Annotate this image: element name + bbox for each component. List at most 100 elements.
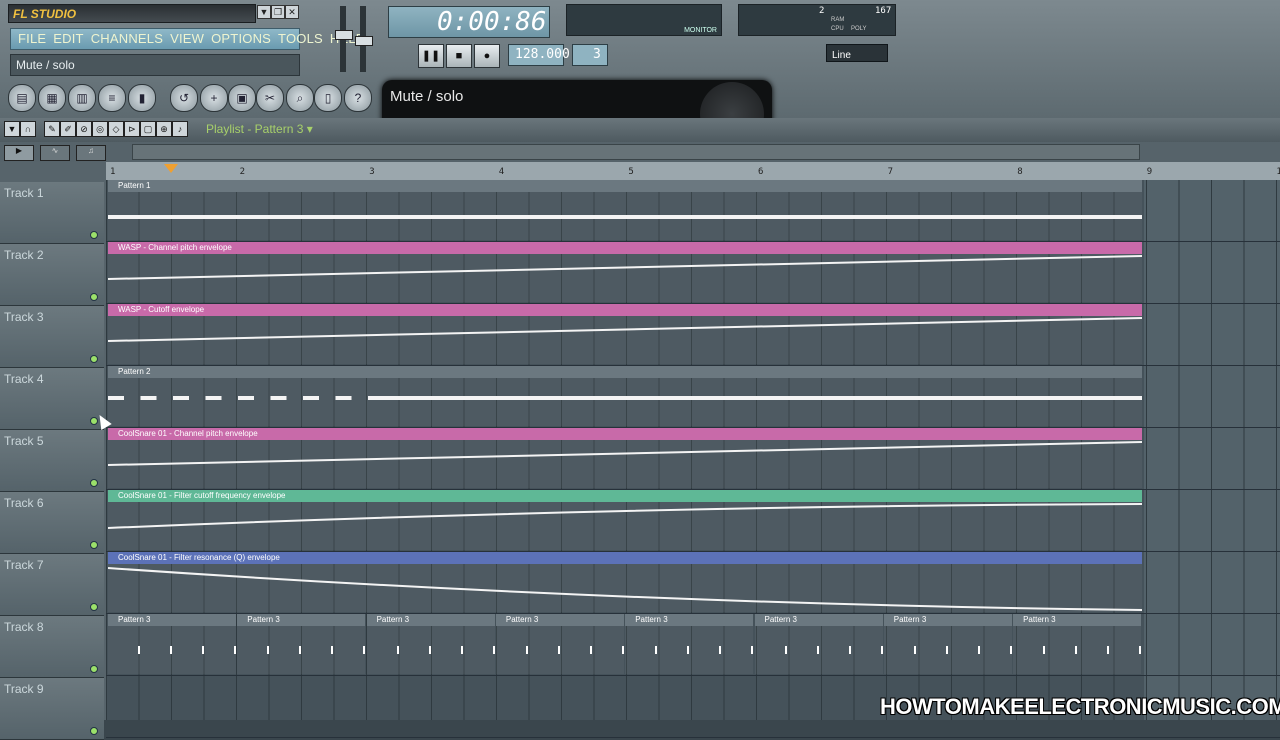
zoom-icon[interactable]: ⌕ (286, 84, 314, 112)
mute-solo-led[interactable] (90, 293, 98, 301)
slice-icon[interactable]: ⊳ (124, 121, 140, 137)
pencil-icon[interactable]: ✎ (44, 121, 60, 137)
track-label[interactable]: Track 3 (0, 306, 104, 368)
brush-icon[interactable]: ✐ (60, 121, 76, 137)
track-label[interactable]: Track 7 (0, 554, 104, 616)
cut-icon[interactable]: ✂ (256, 84, 284, 112)
project-info-icon[interactable]: ▯ (314, 84, 342, 112)
menu-edit[interactable]: EDIT (53, 31, 83, 46)
track-name: Track 9 (4, 682, 44, 696)
playlist-clip[interactable]: WASP - Channel pitch envelope (108, 242, 1142, 302)
mute-solo-led[interactable] (90, 603, 98, 611)
track-row[interactable]: CoolSnare 01 - Filter cutoff frequency e… (106, 490, 1280, 552)
time-display[interactable]: 0:00:86 (388, 6, 550, 38)
playlist-clip[interactable]: CoolSnare 01 - Channel pitch envelope (108, 428, 1142, 488)
playlist-clip[interactable]: Pattern 3 (754, 614, 883, 674)
mute-solo-led[interactable] (90, 479, 98, 487)
menu-channels[interactable]: CHANNELS (91, 31, 163, 46)
playlist-clip[interactable]: Pattern 3 (108, 614, 236, 674)
note-tick (202, 646, 204, 654)
track-label[interactable]: Track 4 (0, 368, 104, 430)
track-labels-column: Track 1 Track 2 Track 3 Track 4 Track 5 Track… (0, 162, 106, 740)
master-pitch-handle[interactable] (355, 36, 373, 46)
select-icon[interactable]: ▢ (140, 121, 156, 137)
menu-view[interactable]: VIEW (170, 31, 204, 46)
snap-select[interactable]: Line (826, 44, 888, 62)
clip-title: Pattern 3 (366, 614, 495, 626)
browser-icon[interactable]: ≡ (98, 84, 126, 112)
playlist-grid[interactable]: Pattern 1 WASP - Channel pitch envelope WA… (106, 180, 1280, 738)
master-volume-handle[interactable] (335, 30, 353, 40)
mute-solo-led[interactable] (90, 231, 98, 239)
piano-roll-icon[interactable]: ▥ (68, 84, 96, 112)
zoom-tool-icon[interactable]: ⊕ (156, 121, 172, 137)
track-name: Track 3 (4, 310, 44, 324)
playlist-title[interactable]: Playlist - Pattern 3 ▾ (206, 122, 313, 136)
menu-file[interactable]: FILE (18, 31, 46, 46)
pattern-selector[interactable]: 3 (572, 44, 608, 66)
menu-arrow-icon[interactable]: ▼ (4, 121, 20, 137)
playlist-clip[interactable]: Pattern 3 (1013, 614, 1142, 674)
track-label[interactable]: Track 8 (0, 616, 104, 678)
mute-solo-led[interactable] (90, 355, 98, 363)
minimize-button[interactable]: ▼ (257, 5, 271, 19)
envelope-graph (108, 317, 1142, 342)
speaker-icon[interactable]: ♪ (172, 121, 188, 137)
envelope-line (108, 567, 1142, 611)
slip-icon[interactable]: ◇ (108, 121, 124, 137)
help-icon[interactable]: ? (344, 84, 372, 112)
mixer-icon[interactable]: ▮ (128, 84, 156, 112)
track-label[interactable]: Track 6 (0, 492, 104, 554)
playlist-clip[interactable]: Pattern 3 (495, 614, 624, 674)
track-row[interactable]: WASP - Cutoff envelope (106, 304, 1280, 366)
playlist-clip[interactable]: Pattern 1 (108, 180, 1142, 240)
mute-solo-led[interactable] (90, 665, 98, 673)
new-icon[interactable]: + (200, 84, 228, 112)
playlist-clip[interactable]: CoolSnare 01 - Filter cutoff frequency e… (108, 490, 1142, 550)
track-label[interactable]: Track 9 (0, 678, 104, 740)
track-row[interactable]: CoolSnare 01 - Filter resonance (Q) enve… (106, 552, 1280, 614)
timeline-ruler[interactable]: 1 2 3 4 5 6 7 8 9 10 (106, 162, 1280, 180)
clip-title: Pattern 3 (495, 614, 624, 626)
magnet-icon[interactable]: ∩ (20, 121, 36, 137)
tab-patterns[interactable]: ▶ (4, 145, 34, 161)
playlist-clip[interactable]: Pattern 3 (366, 614, 495, 674)
mute-solo-led[interactable] (90, 727, 98, 735)
playhead-marker[interactable] (164, 164, 178, 173)
track-row[interactable]: Pattern 1 (106, 180, 1280, 242)
menu-options[interactable]: OPTIONS (211, 31, 271, 46)
save-icon[interactable]: ▣ (228, 84, 256, 112)
tab-automation[interactable]: ∿ (40, 145, 70, 161)
playlist-clip[interactable]: CoolSnare 01 - Filter resonance (Q) enve… (108, 552, 1142, 612)
track-name: Track 7 (4, 558, 44, 572)
record-button[interactable]: ● (474, 44, 500, 68)
playlist-clip[interactable]: Pattern 3 (237, 614, 366, 674)
track-row[interactable]: CoolSnare 01 - Channel pitch envelope (106, 428, 1280, 490)
ruler-tick: 2 (239, 167, 246, 177)
stop-button[interactable]: ■ (446, 44, 472, 68)
hint-text: Mute / solo (16, 58, 75, 72)
track-label[interactable]: Track 5 (0, 430, 104, 492)
horizontal-scrollbar[interactable] (132, 144, 1140, 160)
delete-icon[interactable]: ⊘ (76, 121, 92, 137)
tab-audio[interactable]: ♫ (76, 145, 106, 161)
close-button[interactable]: ✕ (285, 5, 299, 19)
mute-tool-icon[interactable]: ◎ (92, 121, 108, 137)
track-row[interactable]: WASP - Channel pitch envelope (106, 242, 1280, 304)
track-row[interactable]: Pattern 2 (106, 366, 1280, 428)
playlist-clip[interactable]: Pattern 3 (883, 614, 1012, 674)
playlist-clip[interactable]: WASP - Cutoff envelope (108, 304, 1142, 364)
restore-button[interactable]: ❐ (271, 5, 285, 19)
playlist-clip[interactable]: Pattern 3 (625, 614, 754, 674)
pause-button[interactable]: ❚❚ (418, 44, 444, 68)
step-sequencer-icon[interactable]: ▦ (38, 84, 66, 112)
track-label[interactable]: Track 2 (0, 244, 104, 306)
track-label[interactable]: Track 1 (0, 182, 104, 244)
undo-icon[interactable]: ↺ (170, 84, 198, 112)
mute-solo-led[interactable] (90, 541, 98, 549)
playlist-icon[interactable]: ▤ (8, 84, 36, 112)
menu-tools[interactable]: TOOLS (278, 31, 323, 46)
playlist-clip[interactable]: Pattern 2 (108, 366, 1142, 426)
tempo-display[interactable]: 128.000 (508, 44, 570, 66)
track-row[interactable]: Pattern 3 Pattern 3 Pattern 3 Pattern 3 Patt… (106, 614, 1280, 676)
